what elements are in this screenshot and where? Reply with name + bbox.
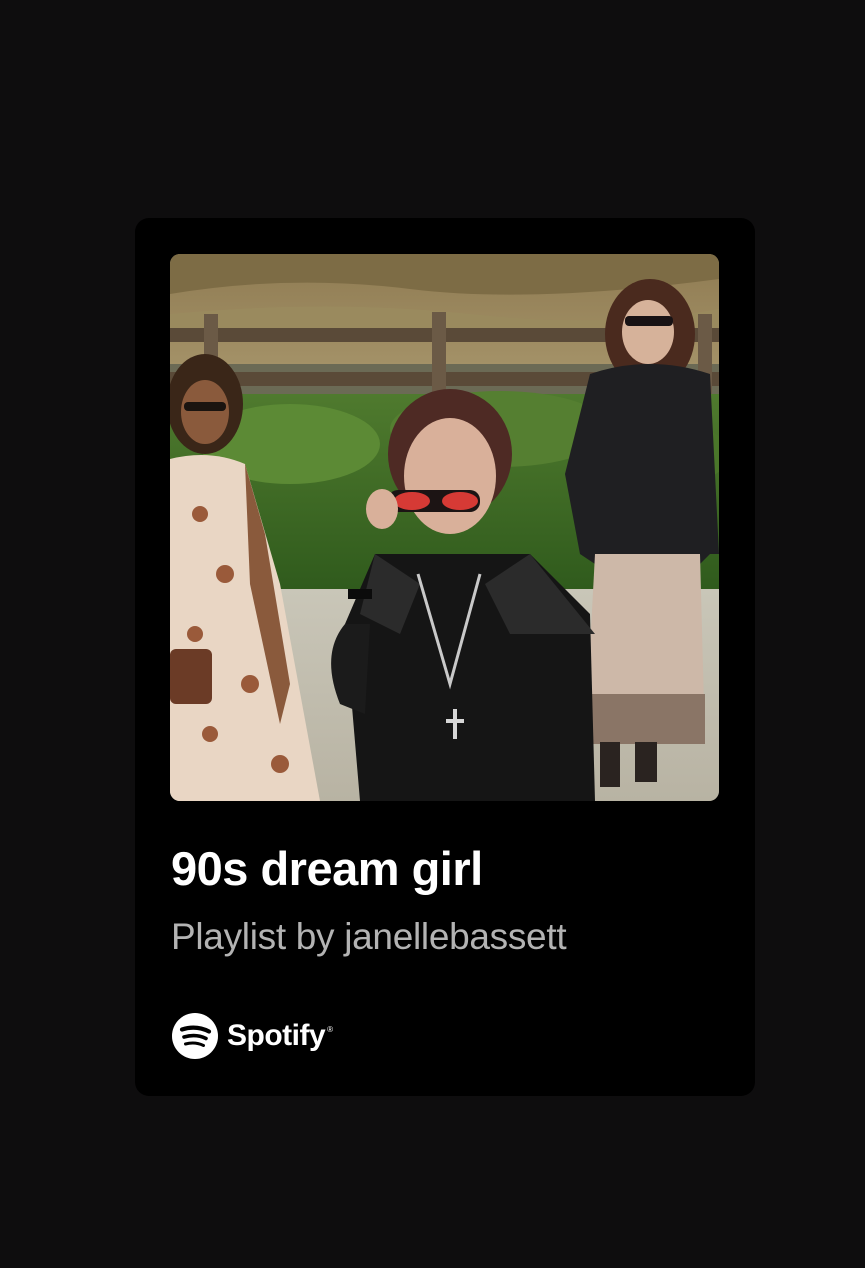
- playlist-owner[interactable]: Playlist by janellebassett: [171, 912, 731, 962]
- playlist-title[interactable]: 90s dream girl: [171, 840, 731, 898]
- spotify-wordmark: Spotify: [227, 1019, 326, 1052]
- cover-illustration: [170, 254, 719, 801]
- playlist-cover-image[interactable]: [170, 254, 719, 801]
- trademark-symbol: ®: [327, 1025, 334, 1034]
- playlist-card[interactable]: 90s dream girl Playlist by janellebasset…: [135, 218, 755, 1096]
- spotify-logo-icon: [172, 1013, 218, 1059]
- page: 90s dream girl Playlist by janellebasset…: [0, 0, 865, 1268]
- spotify-brand-link[interactable]: Spotify ®: [171, 1011, 333, 1061]
